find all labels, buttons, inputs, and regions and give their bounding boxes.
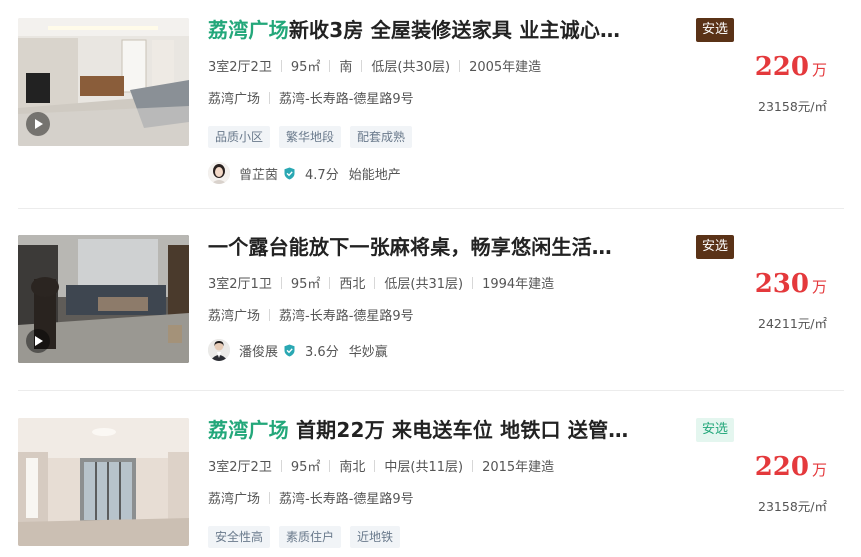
tag: 素质住户 [279,526,342,548]
agent-info[interactable]: 曾芷茵 4.7分 始能地产 [208,162,401,184]
tag: 近地铁 [350,526,401,548]
total-price: 230 万 [755,269,827,299]
listing-title[interactable]: 一个露台能放下一张麻将桌，畅享悠闲生活… [208,233,612,261]
location-info: 荔湾广场 荔湾-长寿路-德星路9号 [208,491,414,509]
unit-price: 23158元/㎡ [758,99,827,114]
anxuan-badge: 安选 [696,18,735,42]
area: 95㎡ [290,60,321,75]
area: 95㎡ [290,460,321,475]
layout: 3室2厅1卫 [208,277,272,292]
community-link[interactable]: 荔湾广场 [208,492,260,507]
listing-title[interactable]: 荔湾广场 首期22万 来电送车位 地铁口 送管… [208,416,629,444]
house-info: 3室2厅2卫 95㎡ 南北 中层(共11层) 2015年建造 [208,459,554,477]
price-value: 220 [754,452,809,482]
agent-score: 4.7分 [305,167,339,183]
unit-price: 24211元/㎡ [758,316,827,331]
price-unit: 万 [811,462,827,479]
agent-name[interactable]: 曾芷茵 [239,164,278,183]
area: 95㎡ [290,277,321,292]
layout: 3室2厅2卫 [208,460,272,475]
agent-info[interactable]: 潘俊展 3.6分 华妙赢 [208,339,388,361]
agency-name: 华妙赢 [348,344,388,360]
community-link[interactable]: 荔湾广场 [208,309,260,324]
community-link[interactable]: 荔湾广场 [208,92,260,107]
price-unit: 万 [811,62,827,79]
orientation: 南 [339,60,353,75]
play-icon[interactable] [26,112,50,136]
tag: 配套成熟 [350,126,413,148]
agent-name[interactable]: 潘俊展 [239,341,278,360]
price-unit: 万 [811,279,827,296]
shield-icon [284,344,295,356]
tag-list: 安全性高 素质住户 近地铁 [208,526,401,548]
title-text: 一个露台能放下一张麻将桌，畅享悠闲生活… [208,235,612,259]
address: 荔湾-长寿路-德星路9号 [279,92,414,107]
built-year: 2005年建造 [469,60,542,75]
tag: 繁华地段 [279,126,342,148]
location-info: 荔湾广场 荔湾-长寿路-德星路9号 [208,91,414,109]
house-info: 3室2厅2卫 95㎡ 南 低层(共30层) 2005年建造 [208,59,541,77]
listing-photo[interactable] [18,235,189,363]
price-value: 230 [754,269,809,299]
tag: 安全性高 [208,526,271,548]
agency-name: 始能地产 [348,167,401,183]
floor: 低层(共31层) [384,277,464,292]
floor: 低层(共30层) [371,60,451,75]
address: 荔湾-长寿路-德星路9号 [279,492,414,507]
title-text: 首期22万 来电送车位 地铁口 送管… [288,418,629,442]
listing-photo[interactable] [18,418,189,546]
title-highlight: 荔湾广场 [208,418,289,442]
agent-avatar[interactable] [208,162,230,184]
anxuan-badge: 安选 [696,418,735,442]
divider [18,390,844,391]
built-year: 2015年建造 [482,460,555,475]
shield-icon [284,167,295,179]
floor: 中层(共11层) [384,460,464,475]
address: 荔湾-长寿路-德星路9号 [279,309,414,324]
total-price: 220 万 [755,52,827,82]
orientation: 南北 [339,460,366,475]
tag: 品质小区 [208,126,271,148]
price-value: 220 [754,52,809,82]
location-info: 荔湾广场 荔湾-长寿路-德星路9号 [208,308,414,326]
layout: 3室2厅2卫 [208,60,272,75]
tag-list: 品质小区 繁华地段 配套成熟 [208,126,413,148]
title-text: 新收3房 全屋装修送家具 业主诚心… [288,18,621,42]
listing-photo[interactable] [18,18,189,146]
unit-price: 23158元/㎡ [758,499,827,514]
built-year: 1994年建造 [482,277,555,292]
agent-avatar[interactable] [208,339,230,361]
orientation: 西北 [339,277,366,292]
title-highlight: 荔湾广场 [208,18,289,42]
agent-score: 3.6分 [305,344,339,360]
listing-title[interactable]: 荔湾广场新收3房 全屋装修送家具 业主诚心… [208,16,620,44]
anxuan-badge: 安选 [696,235,735,259]
divider [18,208,844,209]
play-icon[interactable] [26,329,50,353]
house-info: 3室2厅1卫 95㎡ 西北 低层(共31层) 1994年建造 [208,276,554,294]
total-price: 220 万 [755,452,827,482]
